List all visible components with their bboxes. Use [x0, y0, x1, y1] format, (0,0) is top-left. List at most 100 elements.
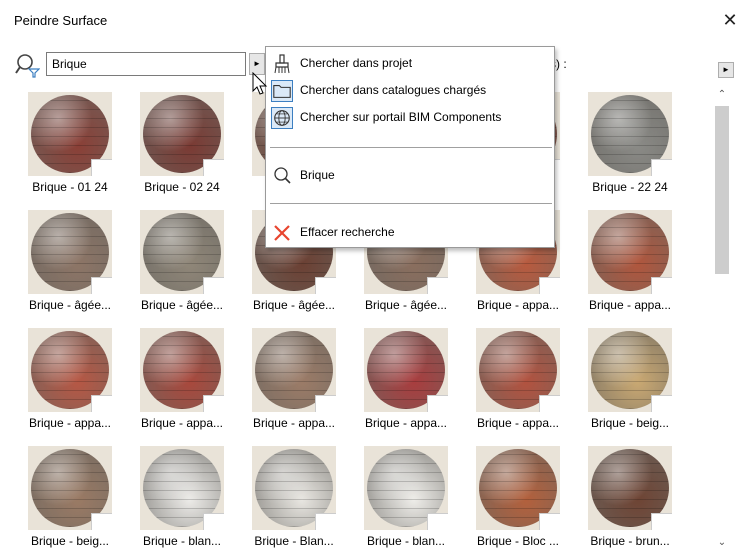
material-tile[interactable]: Brique - 02 24 — [126, 86, 238, 203]
material-preview — [28, 446, 112, 530]
title-bar: Peindre Surface ✕ — [0, 0, 744, 40]
material-label: Brique - 01 24 — [32, 180, 108, 194]
thumbnail-corner — [203, 159, 224, 176]
mouse-cursor-icon — [252, 72, 268, 95]
material-label: Brique - appa... — [588, 298, 672, 312]
material-tile[interactable]: Brique - âgée... — [126, 204, 238, 321]
material-preview — [28, 328, 112, 412]
material-preview — [476, 328, 560, 412]
menu-label: Brique — [300, 168, 335, 182]
material-label: Brique - âgée... — [252, 298, 336, 312]
material-label: Brique - âgée... — [28, 298, 112, 312]
scroll-thumb[interactable] — [715, 106, 729, 274]
vertical-scrollbar[interactable]: ⌃ ⌄ — [712, 86, 732, 552]
menu-item-search-project[interactable]: Chercher dans projet — [268, 51, 552, 77]
thumbnail-corner — [315, 395, 336, 412]
thumbnail-corner — [651, 513, 672, 530]
material-label: Brique - blan... — [366, 534, 446, 548]
material-tile[interactable]: Brique - beig... — [14, 440, 126, 552]
material-label: Brique - appa... — [364, 416, 448, 430]
material-preview — [252, 328, 336, 412]
scroll-down-icon[interactable]: ⌄ — [712, 534, 732, 552]
material-preview — [364, 446, 448, 530]
menu-item-search-bim-portal[interactable]: Chercher sur portail BIM Components — [268, 105, 552, 131]
thumbnail-corner — [651, 159, 672, 176]
material-preview — [588, 328, 672, 412]
material-preview — [476, 446, 560, 530]
thumbnail-corner — [203, 395, 224, 412]
material-tile[interactable]: Brique - 22 24 — [574, 86, 686, 203]
thumbnail-corner — [427, 395, 448, 412]
material-preview — [588, 210, 672, 294]
clear-x-icon — [274, 225, 290, 241]
material-label: Brique - âgée... — [140, 298, 224, 312]
search-input[interactable] — [52, 54, 242, 74]
material-label: Brique - appa... — [28, 416, 112, 430]
menu-label: Chercher sur portail BIM Components — [300, 110, 502, 124]
thumbnail-corner — [315, 277, 336, 294]
thumbnail-corner — [539, 395, 560, 412]
material-tile[interactable]: Brique - blan... — [126, 440, 238, 552]
thumbnail-corner — [539, 513, 560, 530]
material-label: Brique - appa... — [140, 416, 224, 430]
menu-item-clear-search[interactable]: Effacer recherche — [268, 220, 552, 246]
material-preview — [364, 328, 448, 412]
search-options-menu: Chercher dans projet Chercher dans catal… — [265, 46, 555, 248]
panel-toggle-button[interactable]: ► — [718, 62, 734, 78]
material-tile[interactable]: Brique - Bloc ... — [462, 440, 574, 552]
thumbnail-corner — [91, 395, 112, 412]
material-preview — [28, 92, 112, 176]
material-tile[interactable]: Brique - brun... — [574, 440, 686, 552]
menu-label: Chercher dans projet — [300, 56, 413, 70]
menu-label: Effacer recherche — [300, 225, 395, 239]
material-label: Brique - Bloc ... — [476, 534, 560, 548]
material-label: Brique - beig... — [590, 416, 670, 430]
thumbnail-corner — [315, 513, 336, 530]
folder-icon — [271, 80, 293, 102]
menu-item-search-catalogs[interactable]: Chercher dans catalogues chargés — [268, 78, 552, 104]
close-icon[interactable]: ✕ — [718, 8, 742, 32]
scroll-up-icon[interactable]: ⌃ — [712, 86, 732, 104]
material-preview — [588, 446, 672, 530]
material-tile[interactable]: Brique - blan... — [350, 440, 462, 552]
material-label: Brique - beig... — [30, 534, 110, 548]
material-tile[interactable]: Brique - appa... — [14, 322, 126, 439]
thumbnail-corner — [91, 159, 112, 176]
material-label: Brique - brun... — [590, 534, 670, 548]
menu-separator — [270, 147, 552, 148]
thumbnail-corner — [651, 395, 672, 412]
material-preview — [140, 446, 224, 530]
material-preview — [588, 92, 672, 176]
thumbnail-corner — [203, 277, 224, 294]
material-label: Brique - blan... — [142, 534, 222, 548]
thumbnail-corner — [91, 277, 112, 294]
material-preview — [140, 328, 224, 412]
material-tile[interactable]: Brique - 01 24 — [14, 86, 126, 203]
material-label: Brique - appa... — [476, 298, 560, 312]
thumbnail-corner — [651, 277, 672, 294]
material-label: Brique - Blan... — [254, 534, 334, 548]
search-field[interactable] — [46, 52, 246, 76]
material-tile[interactable]: Brique - Blan... — [238, 440, 350, 552]
material-label: Brique - âgée... — [364, 298, 448, 312]
thumbnail-corner — [539, 277, 560, 294]
menu-item-search-term[interactable]: Brique — [268, 163, 552, 189]
thumbnail-corner — [427, 513, 448, 530]
material-tile[interactable]: Brique - âgée... — [14, 204, 126, 321]
search-filter-icon[interactable] — [14, 52, 40, 78]
paintbrush-icon — [274, 54, 290, 74]
globe-icon — [271, 107, 293, 129]
material-preview — [28, 210, 112, 294]
material-tile[interactable]: Brique - appa... — [126, 322, 238, 439]
material-label: Brique - 22 24 — [592, 180, 668, 194]
material-tile[interactable]: Brique - appa... — [462, 322, 574, 439]
material-preview — [252, 446, 336, 530]
menu-label: Chercher dans catalogues chargés — [300, 83, 487, 97]
material-tile[interactable]: Brique - appa... — [350, 322, 462, 439]
material-preview — [140, 210, 224, 294]
material-preview — [140, 92, 224, 176]
material-label: Brique - appa... — [252, 416, 336, 430]
material-tile[interactable]: Brique - appa... — [574, 204, 686, 321]
material-tile[interactable]: Brique - beig... — [574, 322, 686, 439]
material-tile[interactable]: Brique - appa... — [238, 322, 350, 439]
